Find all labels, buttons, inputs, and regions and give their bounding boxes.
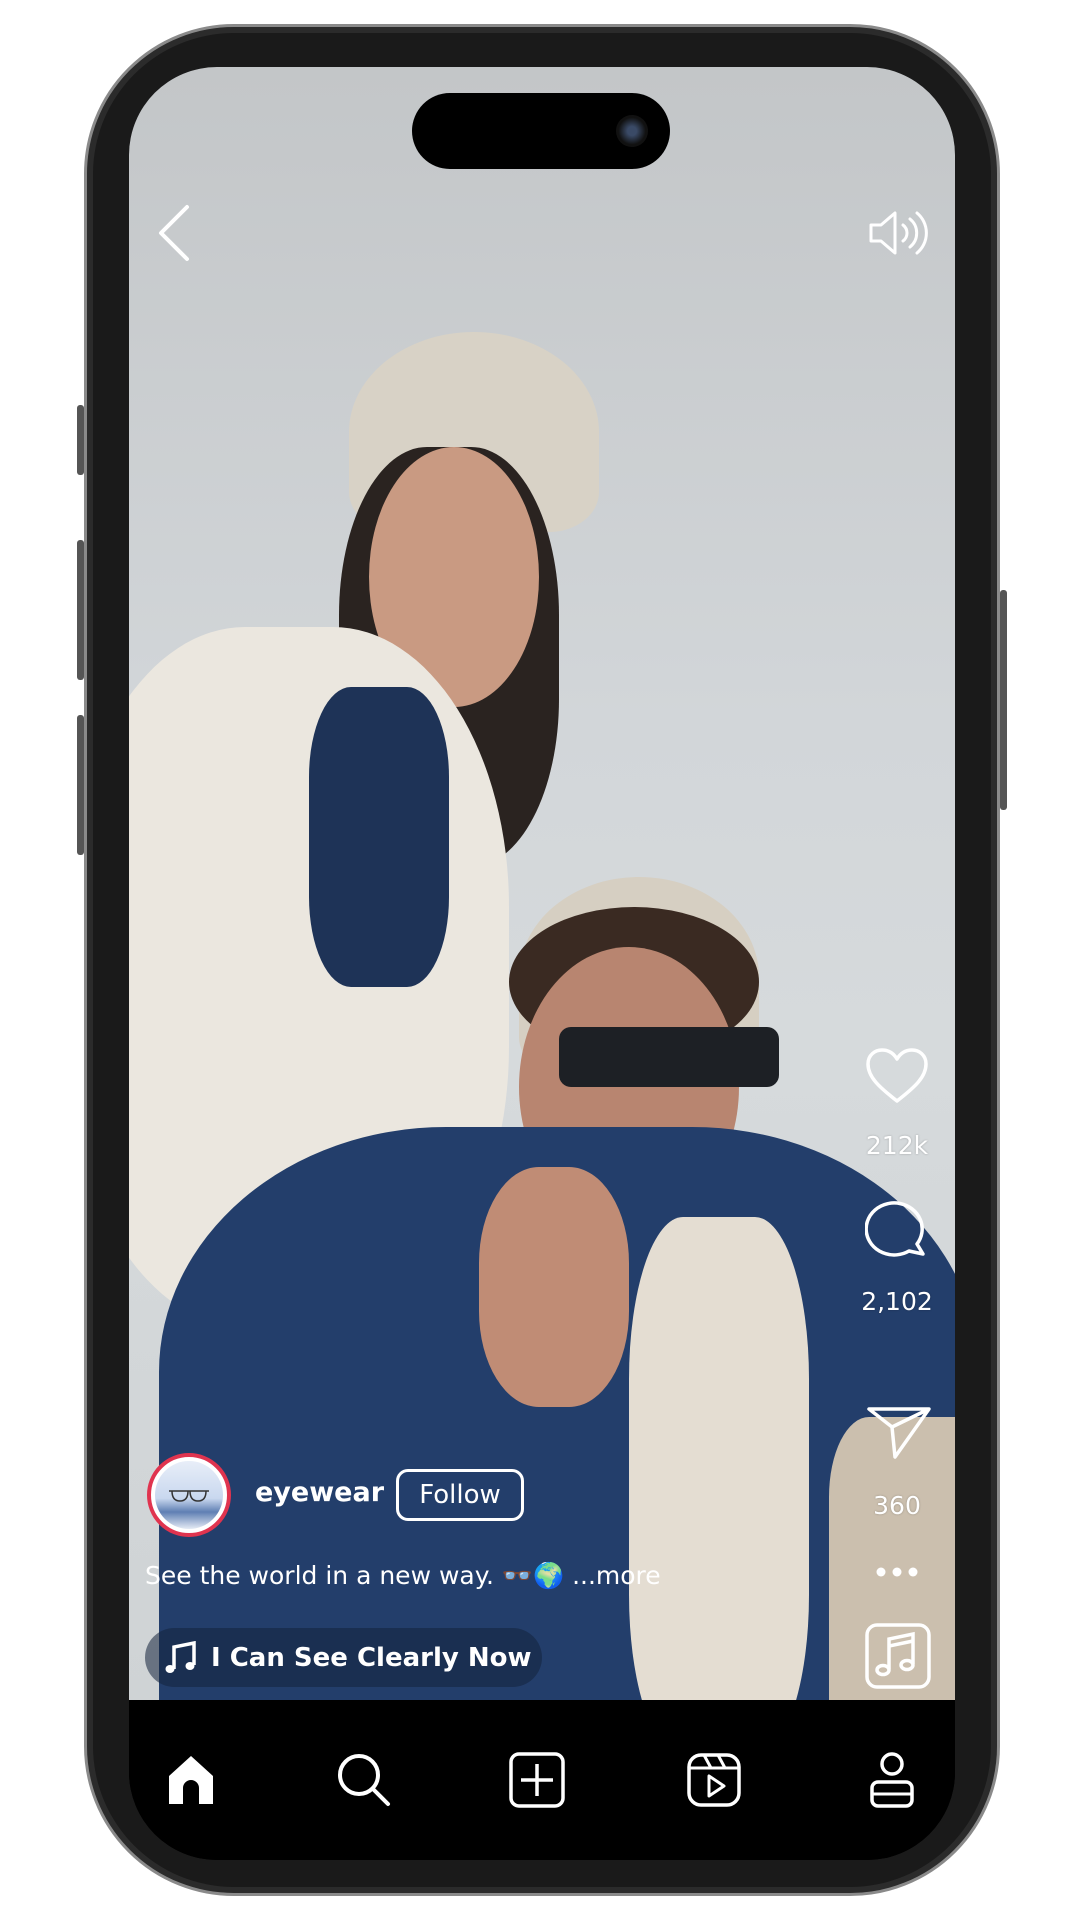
power-button: [1000, 590, 1007, 810]
avatar[interactable]: [147, 1453, 231, 1537]
comment-bubble-icon[interactable]: [865, 1199, 931, 1263]
like-count: 212k: [865, 1131, 929, 1160]
chevron-left-icon[interactable]: [151, 203, 201, 263]
volume-up-button: [77, 540, 84, 680]
more-dots-icon[interactable]: [875, 1565, 919, 1579]
heart-icon[interactable]: [865, 1047, 929, 1105]
bottom-nav: [129, 1700, 955, 1860]
reel-video[interactable]: [129, 67, 955, 1700]
paper-plane-icon[interactable]: [865, 1401, 933, 1461]
follow-label: Follow: [419, 1480, 501, 1510]
more-link[interactable]: ...more: [572, 1561, 661, 1590]
comment-count: 2,102: [861, 1287, 933, 1316]
caption-text: See the world in a new way. 👓🌍: [145, 1561, 565, 1590]
follow-button[interactable]: Follow: [396, 1469, 524, 1521]
home-icon[interactable]: [161, 1750, 221, 1810]
front-camera: [616, 115, 648, 147]
share-count: 360: [873, 1491, 921, 1520]
search-icon[interactable]: [334, 1750, 394, 1810]
caption: See the world in a new way. 👓🌍 ...more: [145, 1561, 661, 1591]
mute-switch: [77, 405, 84, 475]
song-title: I Can See Clearly Now: [211, 1642, 532, 1673]
audio-pill[interactable]: I Can See Clearly Now: [145, 1628, 542, 1687]
eyeglasses-logo: [155, 1461, 223, 1529]
profile-icon[interactable]: [862, 1750, 922, 1810]
create-plus-icon[interactable]: [507, 1750, 567, 1810]
speaker-on-icon[interactable]: [867, 207, 931, 259]
music-note-icon[interactable]: [865, 1623, 931, 1689]
screen: 212k 2,102 360 eyewear Follow See the wo…: [129, 67, 955, 1860]
volume-down-button: [77, 715, 84, 855]
dynamic-island: [412, 93, 670, 169]
username[interactable]: eyewear: [255, 1477, 384, 1508]
music-note-icon: [165, 1640, 196, 1673]
reels-icon[interactable]: [684, 1750, 744, 1810]
